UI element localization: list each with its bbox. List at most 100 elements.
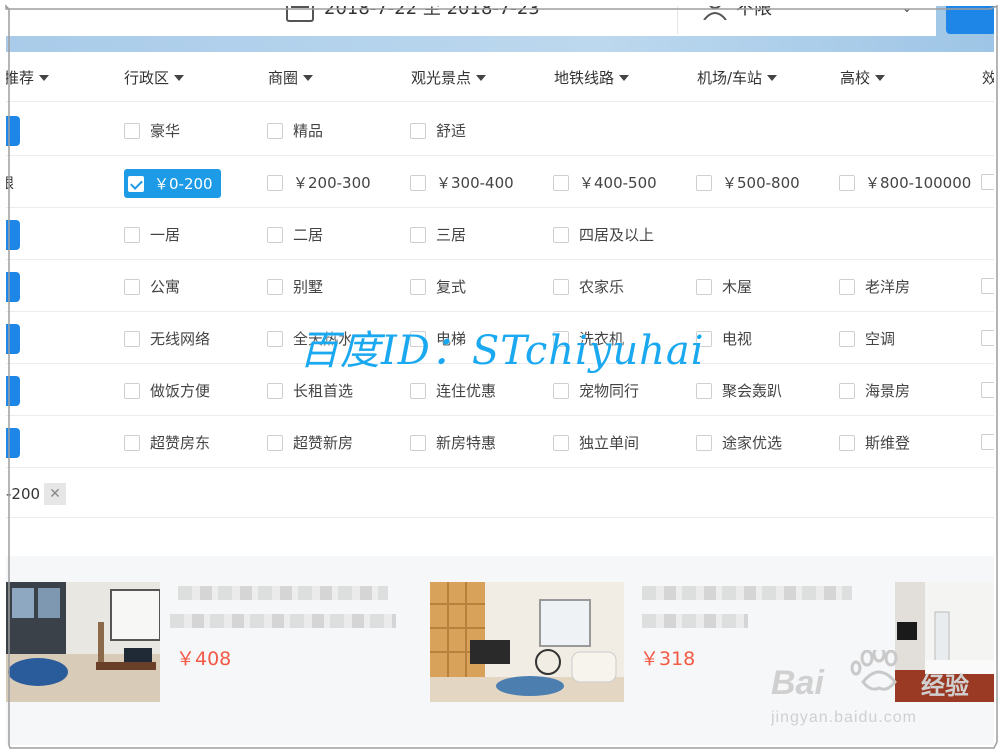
- filter-option[interactable]: 一居: [124, 224, 180, 245]
- filter-option[interactable]: ￥400-500: [553, 172, 657, 193]
- filter-option-selected[interactable]: ￥0-200: [124, 169, 221, 198]
- listing-photo-1[interactable]: [6, 582, 160, 702]
- checkbox-icon[interactable]: [124, 434, 140, 451]
- checkbox-icon[interactable]: [267, 226, 283, 243]
- tab-airport-station[interactable]: 机场/车站: [697, 67, 778, 88]
- filter-option[interactable]: 精品: [267, 120, 323, 141]
- filter-option[interactable]: 宠物同行: [553, 380, 639, 401]
- tab-subway-lines[interactable]: 地铁线路: [554, 67, 630, 88]
- checkbox-icon[interactable]: [839, 434, 855, 451]
- listing-photo-2[interactable]: [430, 582, 624, 702]
- filter-option[interactable]: 超赞房东: [124, 432, 210, 453]
- checkbox-icon[interactable]: [553, 278, 569, 295]
- filter-option[interactable]: 独立单间: [553, 432, 639, 453]
- filter-row-rooms: 一居 二居 三居 四居及以上: [6, 208, 994, 260]
- search-button[interactable]: [946, 0, 994, 34]
- filter-option[interactable]: 别墅: [267, 276, 323, 297]
- unlimited-button[interactable]: 限: [6, 173, 14, 193]
- tab-scenic-spots[interactable]: 观光景点: [411, 67, 487, 88]
- tab-recommend[interactable]: 推荐: [6, 67, 50, 88]
- filter-option[interactable]: 老洋房: [839, 276, 910, 297]
- filter-option[interactable]: ￥500-800: [696, 172, 800, 193]
- checkbox-icon[interactable]: [124, 330, 140, 347]
- checkbox-icon[interactable]: [696, 278, 712, 295]
- checkbox-icon[interactable]: [267, 382, 283, 399]
- filter-option[interactable]: 四居及以上: [553, 224, 654, 245]
- checkbox-icon[interactable]: [410, 434, 426, 451]
- filter-option[interactable]: 超赞新房: [267, 432, 353, 453]
- checkbox-icon[interactable]: [696, 434, 712, 451]
- checkbox-icon[interactable]: [124, 278, 140, 295]
- checkbox-icon[interactable]: [410, 122, 426, 139]
- unlimited-button-selected[interactable]: [6, 220, 20, 250]
- checkbox-icon[interactable]: [696, 382, 712, 399]
- checkbox-icon[interactable]: [410, 226, 426, 243]
- checkbox-icon[interactable]: [410, 278, 426, 295]
- filter-option[interactable]: 做饭方便: [124, 380, 210, 401]
- tab-district[interactable]: 行政区: [124, 67, 185, 88]
- close-icon[interactable]: ✕: [44, 483, 67, 505]
- unlimited-button-selected[interactable]: [6, 272, 20, 302]
- checkbox-checked-icon[interactable]: [128, 175, 144, 192]
- checkbox-icon[interactable]: [267, 122, 283, 139]
- filter-option[interactable]: 斯维登: [839, 432, 910, 453]
- unlimited-button-selected[interactable]: [6, 376, 20, 406]
- unlimited-button-selected[interactable]: [6, 428, 20, 458]
- checkbox-icon[interactable]: [981, 382, 994, 398]
- checkbox-icon[interactable]: [839, 278, 855, 295]
- filter-option[interactable]: 途家优选: [696, 432, 782, 453]
- filter-option[interactable]: 新房特惠: [410, 432, 496, 453]
- filter-option[interactable]: 连住优惠: [410, 380, 496, 401]
- filter-option[interactable]: 木屋: [696, 276, 752, 297]
- checkbox-icon[interactable]: [267, 278, 283, 295]
- checkbox-icon[interactable]: [267, 434, 283, 451]
- filter-option-label: 别墅: [293, 278, 324, 296]
- filter-option[interactable]: ￥200-300: [267, 172, 371, 193]
- checkbox-icon[interactable]: [553, 174, 569, 191]
- checkbox-icon[interactable]: [124, 122, 140, 139]
- filter-option[interactable]: 聚会轰趴: [696, 380, 782, 401]
- checkbox-icon[interactable]: [267, 174, 283, 191]
- filter-option[interactable]: 豪华: [124, 120, 180, 141]
- checkbox-icon[interactable]: [981, 278, 994, 294]
- checkbox-icon[interactable]: [696, 174, 712, 191]
- search-bar-fields: 2018-7-22 至 2018-7-23 不限 ⌄: [6, 0, 936, 36]
- checkbox-icon[interactable]: [839, 330, 855, 347]
- filter-option[interactable]: 海景房: [839, 380, 910, 401]
- tab-business-area[interactable]: 商圈: [268, 67, 314, 88]
- checkbox-icon[interactable]: [839, 382, 855, 399]
- checkbox-icon[interactable]: [410, 174, 426, 191]
- filter-option[interactable]: 农家乐: [553, 276, 624, 297]
- checkbox-icon[interactable]: [124, 382, 140, 399]
- filter-option[interactable]: ￥800-100000: [839, 172, 971, 193]
- filter-option[interactable]: 公寓: [124, 276, 180, 297]
- checkbox-icon[interactable]: [981, 330, 994, 346]
- checkbox-icon[interactable]: [410, 382, 426, 399]
- checkbox-icon[interactable]: [124, 226, 140, 243]
- guest-selector[interactable]: 不限 ⌄: [696, 0, 936, 34]
- checkbox-icon[interactable]: [839, 174, 855, 191]
- baidu-logo: Bai 经验 jingyan.baidu.com: [770, 645, 969, 726]
- filter-option[interactable]: 舒适: [410, 120, 466, 141]
- checkbox-icon[interactable]: [553, 434, 569, 451]
- filter-option[interactable]: 长租首选: [267, 380, 353, 401]
- date-range-picker[interactable]: 2018-7-22 至 2018-7-23: [276, 0, 678, 34]
- listing-price-1: ￥408: [176, 648, 232, 670]
- filter-option[interactable]: ￥300-400: [410, 172, 514, 193]
- tab-more[interactable]: 效: [982, 67, 994, 88]
- checkbox-icon[interactable]: [981, 174, 994, 190]
- checkbox-icon[interactable]: [553, 382, 569, 399]
- filter-option[interactable]: 空调: [839, 328, 895, 349]
- checkbox-icon[interactable]: [981, 434, 994, 450]
- unlimited-button-selected[interactable]: [6, 324, 20, 354]
- checkbox-icon[interactable]: [553, 226, 569, 243]
- filter-option[interactable]: 无线网络: [124, 328, 210, 349]
- filter-option-label: 无线网络: [150, 330, 211, 348]
- filter-tabs: 推荐 行政区 商圈 观光景点 地铁线路 机场/车站 高校 效: [6, 52, 994, 102]
- unlimited-button-selected[interactable]: [6, 116, 20, 146]
- checkbox-icon[interactable]: [267, 330, 283, 347]
- filter-option[interactable]: 复式: [410, 276, 466, 297]
- filter-option[interactable]: 二居: [267, 224, 323, 245]
- filter-option[interactable]: 三居: [410, 224, 466, 245]
- tab-universities[interactable]: 高校: [840, 67, 886, 88]
